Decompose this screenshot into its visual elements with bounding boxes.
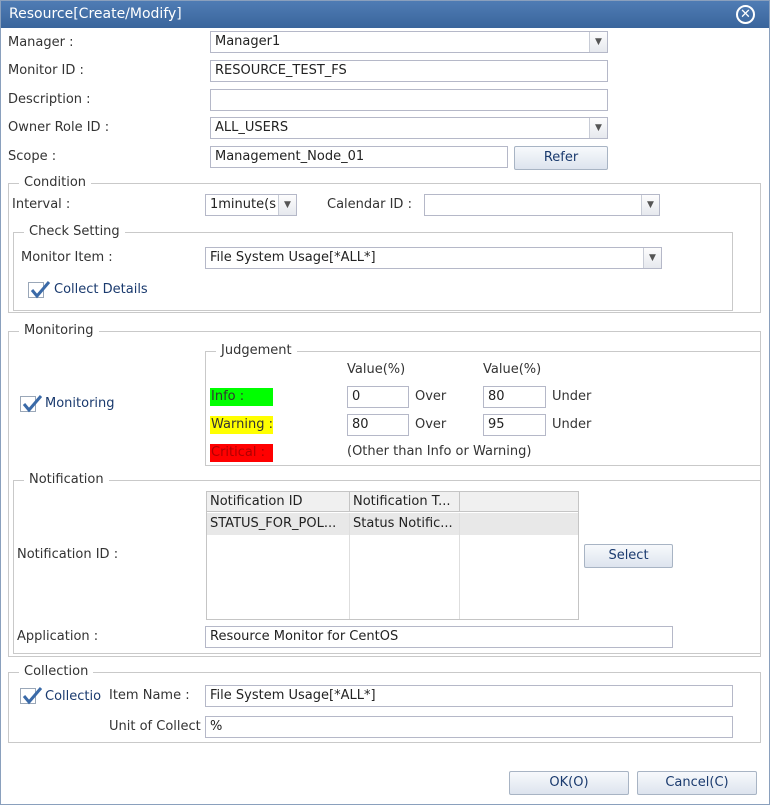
description-label: Description : — [8, 92, 91, 107]
chevron-down-icon[interactable]: ▼ — [278, 195, 296, 215]
chevron-down-icon[interactable]: ▼ — [643, 248, 661, 268]
resource-dialog: Resource[Create/Modify] ✕ Manager : Mana… — [0, 0, 770, 805]
value-header-over: Value(%) — [347, 362, 406, 377]
calendar-id-label: Calendar ID : — [327, 197, 412, 212]
info-under-input[interactable]: 80 — [483, 386, 546, 408]
checkmark-icon — [22, 395, 43, 413]
check-setting-legend: Check Setting — [24, 224, 125, 239]
select-button[interactable]: Select — [584, 544, 673, 568]
interval-label: Interval : — [12, 197, 71, 212]
collect-details-checkbox[interactable] — [28, 281, 51, 299]
manager-label: Manager : — [8, 35, 74, 50]
monitoring-checkbox[interactable] — [20, 395, 43, 413]
notification-id-label: Notification ID : — [17, 547, 119, 562]
application-input[interactable]: Resource Monitor for CentOS — [205, 626, 673, 648]
warning-under-label: Under — [552, 417, 592, 432]
column-header-notification-id[interactable]: Notification ID — [207, 492, 350, 512]
chevron-down-icon[interactable]: ▼ — [641, 195, 659, 215]
check-setting-group: Check Setting — [13, 224, 733, 311]
dialog-titlebar: Resource[Create/Modify] — [1, 1, 769, 28]
monitor-id-label: Monitor ID : — [8, 63, 84, 78]
scope-label: Scope : — [8, 149, 57, 164]
warning-label: Warning : — [210, 416, 273, 434]
owner-role-select[interactable]: ALL_USERS ▼ — [210, 117, 608, 139]
cancel-button[interactable]: Cancel(C) — [637, 771, 757, 795]
column-divider — [349, 513, 350, 619]
column-header-empty — [460, 492, 578, 512]
collect-details-label[interactable]: Collect Details — [54, 282, 148, 297]
application-label: Application : — [17, 629, 99, 644]
item-name-input[interactable]: File System Usage[*ALL*] — [205, 685, 733, 707]
item-name-label: Item Name : — [109, 688, 190, 703]
checkmark-icon — [22, 687, 43, 705]
collection-legend: Collection — [19, 664, 94, 679]
chevron-down-icon[interactable]: ▼ — [589, 32, 607, 52]
monitoring-legend: Monitoring — [19, 323, 99, 338]
owner-role-label: Owner Role ID : — [8, 120, 110, 135]
manager-select[interactable]: Manager1 ▼ — [210, 31, 608, 53]
monitor-item-label: Monitor Item : — [21, 250, 113, 265]
critical-label: Critical : — [210, 444, 273, 462]
chevron-down-icon[interactable]: ▼ — [589, 118, 607, 138]
monitor-item-select[interactable]: File System Usage[*ALL*] ▼ — [205, 247, 662, 269]
info-label: Info : — [210, 388, 273, 406]
info-over-label: Over — [415, 389, 447, 404]
value-header-under: Value(%) — [483, 362, 542, 377]
column-divider — [459, 513, 460, 619]
condition-legend: Condition — [19, 175, 92, 190]
info-under-label: Under — [552, 389, 592, 404]
interval-select[interactable]: 1minute(s ▼ — [205, 194, 297, 216]
ok-button[interactable]: OK(O) — [509, 771, 629, 795]
table-row[interactable]: STATUS_FOR_POL... Status Notific... — [207, 513, 578, 535]
monitoring-label[interactable]: Monitoring — [45, 396, 115, 411]
warning-over-label: Over — [415, 417, 447, 432]
notification-legend: Notification — [24, 472, 109, 487]
unit-label: Unit of Collect — [109, 719, 201, 734]
close-icon[interactable]: ✕ — [736, 5, 755, 24]
refer-button[interactable]: Refer — [514, 146, 608, 170]
critical-note: (Other than Info or Warning) — [347, 444, 532, 459]
monitor-id-input[interactable]: RESOURCE_TEST_FS — [210, 60, 608, 82]
table-cell: Status Notific... — [353, 516, 453, 531]
collection-checkbox[interactable] — [20, 687, 43, 705]
warning-under-input[interactable]: 95 — [483, 414, 546, 436]
warning-over-input[interactable]: 80 — [347, 414, 409, 436]
table-cell: STATUS_FOR_POL... — [210, 516, 337, 531]
column-header-notification-type[interactable]: Notification T... — [350, 492, 460, 512]
notification-table: Notification ID Notification T... STATUS… — [206, 491, 579, 620]
checkmark-icon — [30, 281, 51, 299]
unit-input[interactable]: % — [205, 716, 733, 738]
judgement-legend: Judgement — [216, 343, 297, 358]
collection-label[interactable]: Collectio — [45, 689, 103, 704]
info-over-input[interactable]: 0 — [347, 386, 409, 408]
scope-input[interactable]: Management_Node_01 — [210, 146, 508, 168]
description-input[interactable] — [210, 89, 608, 111]
calendar-id-select[interactable]: ▼ — [424, 194, 660, 216]
dialog-title: Resource[Create/Modify] — [9, 6, 182, 22]
